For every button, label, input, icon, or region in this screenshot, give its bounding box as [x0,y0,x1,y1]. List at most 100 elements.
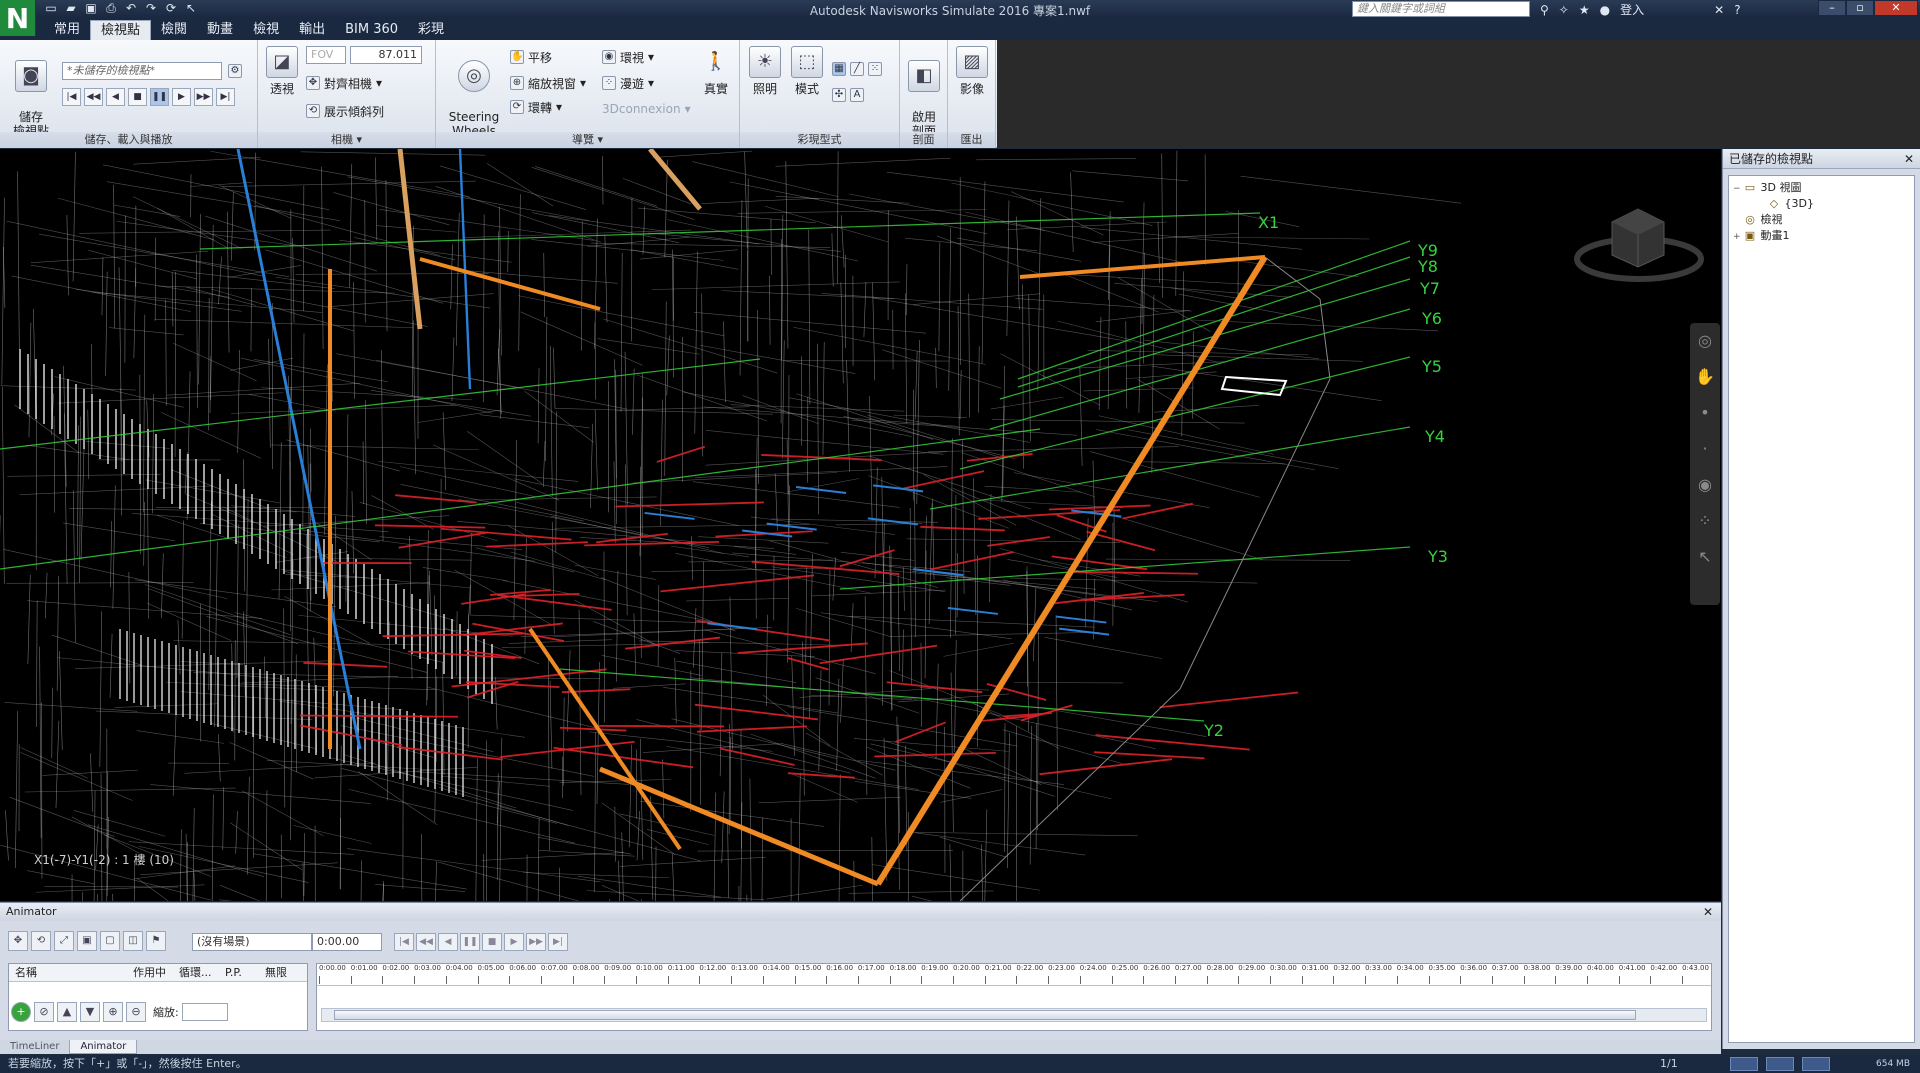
anim-pause-icon[interactable]: ❚❚ [460,933,480,951]
tab-7[interactable]: 彩現 [408,20,454,40]
select-icon[interactable]: ↖ [184,1,198,15]
zoom-window-button[interactable]: ⊕ 縮放視窗 ▾ [510,74,586,92]
animation-timeline[interactable]: 0:00.00 0:01.00 0:02.00 0:03.00 0:04.00 0:05.… [316,963,1712,1031]
bottom-tab-animator[interactable]: Animator [69,1040,138,1054]
animation-scene-table[interactable]: 名稱 作用中 循環... P.P. 無限 + ⊘ ▲ ▼ ⊕ ⊖ 縮放: [8,963,308,1031]
image-export-button[interactable]: ▨ 影像 [952,46,992,96]
login-link[interactable]: 登入 [1620,1,1644,18]
delete-scene-icon[interactable]: ⊘ [34,1002,54,1022]
scale-animation-icon[interactable]: ⤢ [54,931,74,951]
print-icon[interactable]: ⎙ [104,1,118,15]
move-up-icon[interactable]: ▲ [57,1002,77,1022]
first-frame-icon[interactable]: |◀ [62,88,81,106]
3d-viewport[interactable]: ◎ ✋ • · ◉ ⁘ ↖ X1(-7)-Y1(-2) : 1 樓 (10) Y… [0,149,1721,901]
perspective-button[interactable]: ◪ 透視 [262,46,302,96]
bottom-tab-timeliner[interactable]: TimeLiner [0,1040,69,1054]
viewpoint-tree-item[interactable]: ◎ 檢視 [1733,212,1910,228]
new-file-icon[interactable]: ▭ [44,1,58,15]
pan-button[interactable]: ✋ 平移 [510,48,552,66]
pause-icon[interactable]: ❚❚ [150,88,169,106]
zoom-nav-icon[interactable]: • [1690,395,1720,431]
play-icon[interactable]: ▶ [172,88,191,106]
points-icon[interactable]: ⁙ [868,62,882,76]
timeline-scroll-thumb[interactable] [334,1010,1636,1020]
surfaces-icon[interactable]: ▦ [832,62,846,76]
save-icon[interactable]: ▣ [84,1,98,15]
stop-icon[interactable]: ■ [128,88,147,106]
lines-icon[interactable]: ╱ [850,62,864,76]
zoom-in-icon[interactable]: ⊕ [103,1002,123,1022]
zoom-out-icon[interactable]: ⊖ [126,1002,146,1022]
add-scene-icon[interactable]: + [11,1002,31,1022]
binoculars-icon[interactable]: ⚲ [1540,3,1549,17]
animator-close-icon[interactable]: ✕ [1703,903,1713,921]
change-transparency-icon[interactable]: ▢ [100,931,120,951]
maximize-button[interactable]: ▫ [1846,0,1874,16]
tab-2[interactable]: 檢閱 [151,20,197,40]
steering-wheels-button[interactable]: ◎ Steering Wheels [444,46,504,138]
anim-next-icon[interactable]: ▶▶ [526,933,546,951]
viewpoint-tree-item[interactable]: ◇ {3D} [1733,196,1910,212]
translate-animation-icon[interactable]: ✥ [8,931,28,951]
viewcube[interactable] [1574,197,1704,287]
anim-last-icon[interactable]: ▶| [548,933,568,951]
rotate-animation-icon[interactable]: ⟲ [31,931,51,951]
tab-3[interactable]: 動畫 [197,20,243,40]
realism-button[interactable]: 🚶 真實 [698,46,734,97]
lighting-button[interactable]: ☀ 照明 [746,46,784,96]
text-icon[interactable]: A [850,88,864,102]
exchange-icon[interactable]: ✕ [1714,3,1724,17]
move-down-icon[interactable]: ▼ [80,1002,100,1022]
look-nav-icon[interactable]: ◉ [1690,467,1720,503]
redo-icon[interactable]: ↷ [144,1,158,15]
column-header[interactable]: 無限 [259,964,299,981]
column-header[interactable]: 作用中 [127,964,173,981]
3dconnexion-button[interactable]: 3Dconnexion ▾ [602,100,691,118]
timeline-scrollbar[interactable] [321,1008,1707,1022]
save-viewpoint-button[interactable]: ◙ 儲存 檢視點 [6,46,56,138]
anim-stop-icon[interactable]: ■ [482,933,502,951]
satellite-icon[interactable]: ✧ [1559,3,1569,17]
help-icon[interactable]: ? [1734,3,1740,17]
column-header[interactable]: P.P. [219,964,259,981]
walk-button[interactable]: ⁘ 漫遊 ▾ [602,74,654,92]
orbit-button[interactable]: ⟳ 環轉 ▾ [510,98,562,116]
viewpoint-tree[interactable]: − ▭ 3D 視圖 ◇ {3D} ◎ 檢視 + ▣ 動畫1 [1728,175,1915,1043]
tab-5[interactable]: 輸出 [289,20,335,40]
show-tilt-button[interactable]: ⟲ 展示傾斜列 [306,102,384,120]
pan-nav-icon[interactable]: ✋ [1690,359,1720,395]
tab-1[interactable]: 檢視點 [90,20,152,40]
scene-combo[interactable]: (沒有場景) [192,933,312,951]
anim-reverse-icon[interactable]: ◀ [438,933,458,951]
anim-play-icon[interactable]: ▶ [504,933,524,951]
reverse-play-icon[interactable]: ◀ [106,88,125,106]
tab-4[interactable]: 檢視 [243,20,289,40]
open-file-icon[interactable]: ▰ [64,1,78,15]
viewpoint-options-button[interactable]: ⚙ [228,62,242,80]
time-input[interactable]: 0:00.00 [312,933,382,951]
user-icon[interactable]: ● [1600,3,1610,17]
viewpoint-tree-item[interactable]: + ▣ 動畫1 [1733,228,1910,244]
select-nav-icon[interactable]: ↖ [1690,539,1720,575]
last-frame-icon[interactable]: ▶| [216,88,235,106]
star-icon[interactable]: ★ [1579,3,1590,17]
search-input[interactable]: 鍵入關鍵字或詞組 [1352,1,1530,17]
snap-icon[interactable]: ⚑ [146,931,166,951]
orbit-nav-icon[interactable]: · [1690,431,1720,467]
anim-first-icon[interactable]: |◀ [394,933,414,951]
prev-frame-icon[interactable]: ◀◀ [84,88,103,106]
panel-close-icon[interactable]: ✕ [1904,149,1914,169]
refresh-icon[interactable]: ⟳ [164,1,178,15]
navisworks-app-icon[interactable]: N [0,0,36,36]
walk-nav-icon[interactable]: ⁘ [1690,503,1720,539]
anim-prev-icon[interactable]: ◀◀ [416,933,436,951]
change-color-icon[interactable]: ▣ [77,931,97,951]
align-camera-button[interactable]: ✥ 對齊相機 ▾ [306,74,382,92]
column-header[interactable]: 名稱 [9,964,127,981]
tab-0[interactable]: 常用 [44,20,90,40]
zoom-input[interactable] [181,1003,228,1021]
viewpoint-tree-item[interactable]: − ▭ 3D 視圖 [1733,180,1910,196]
viewpoint-combo[interactable]: *未儲存的檢視點* [62,62,222,80]
column-header[interactable]: 循環... [173,964,219,981]
close-button[interactable]: ✕ [1874,0,1918,16]
